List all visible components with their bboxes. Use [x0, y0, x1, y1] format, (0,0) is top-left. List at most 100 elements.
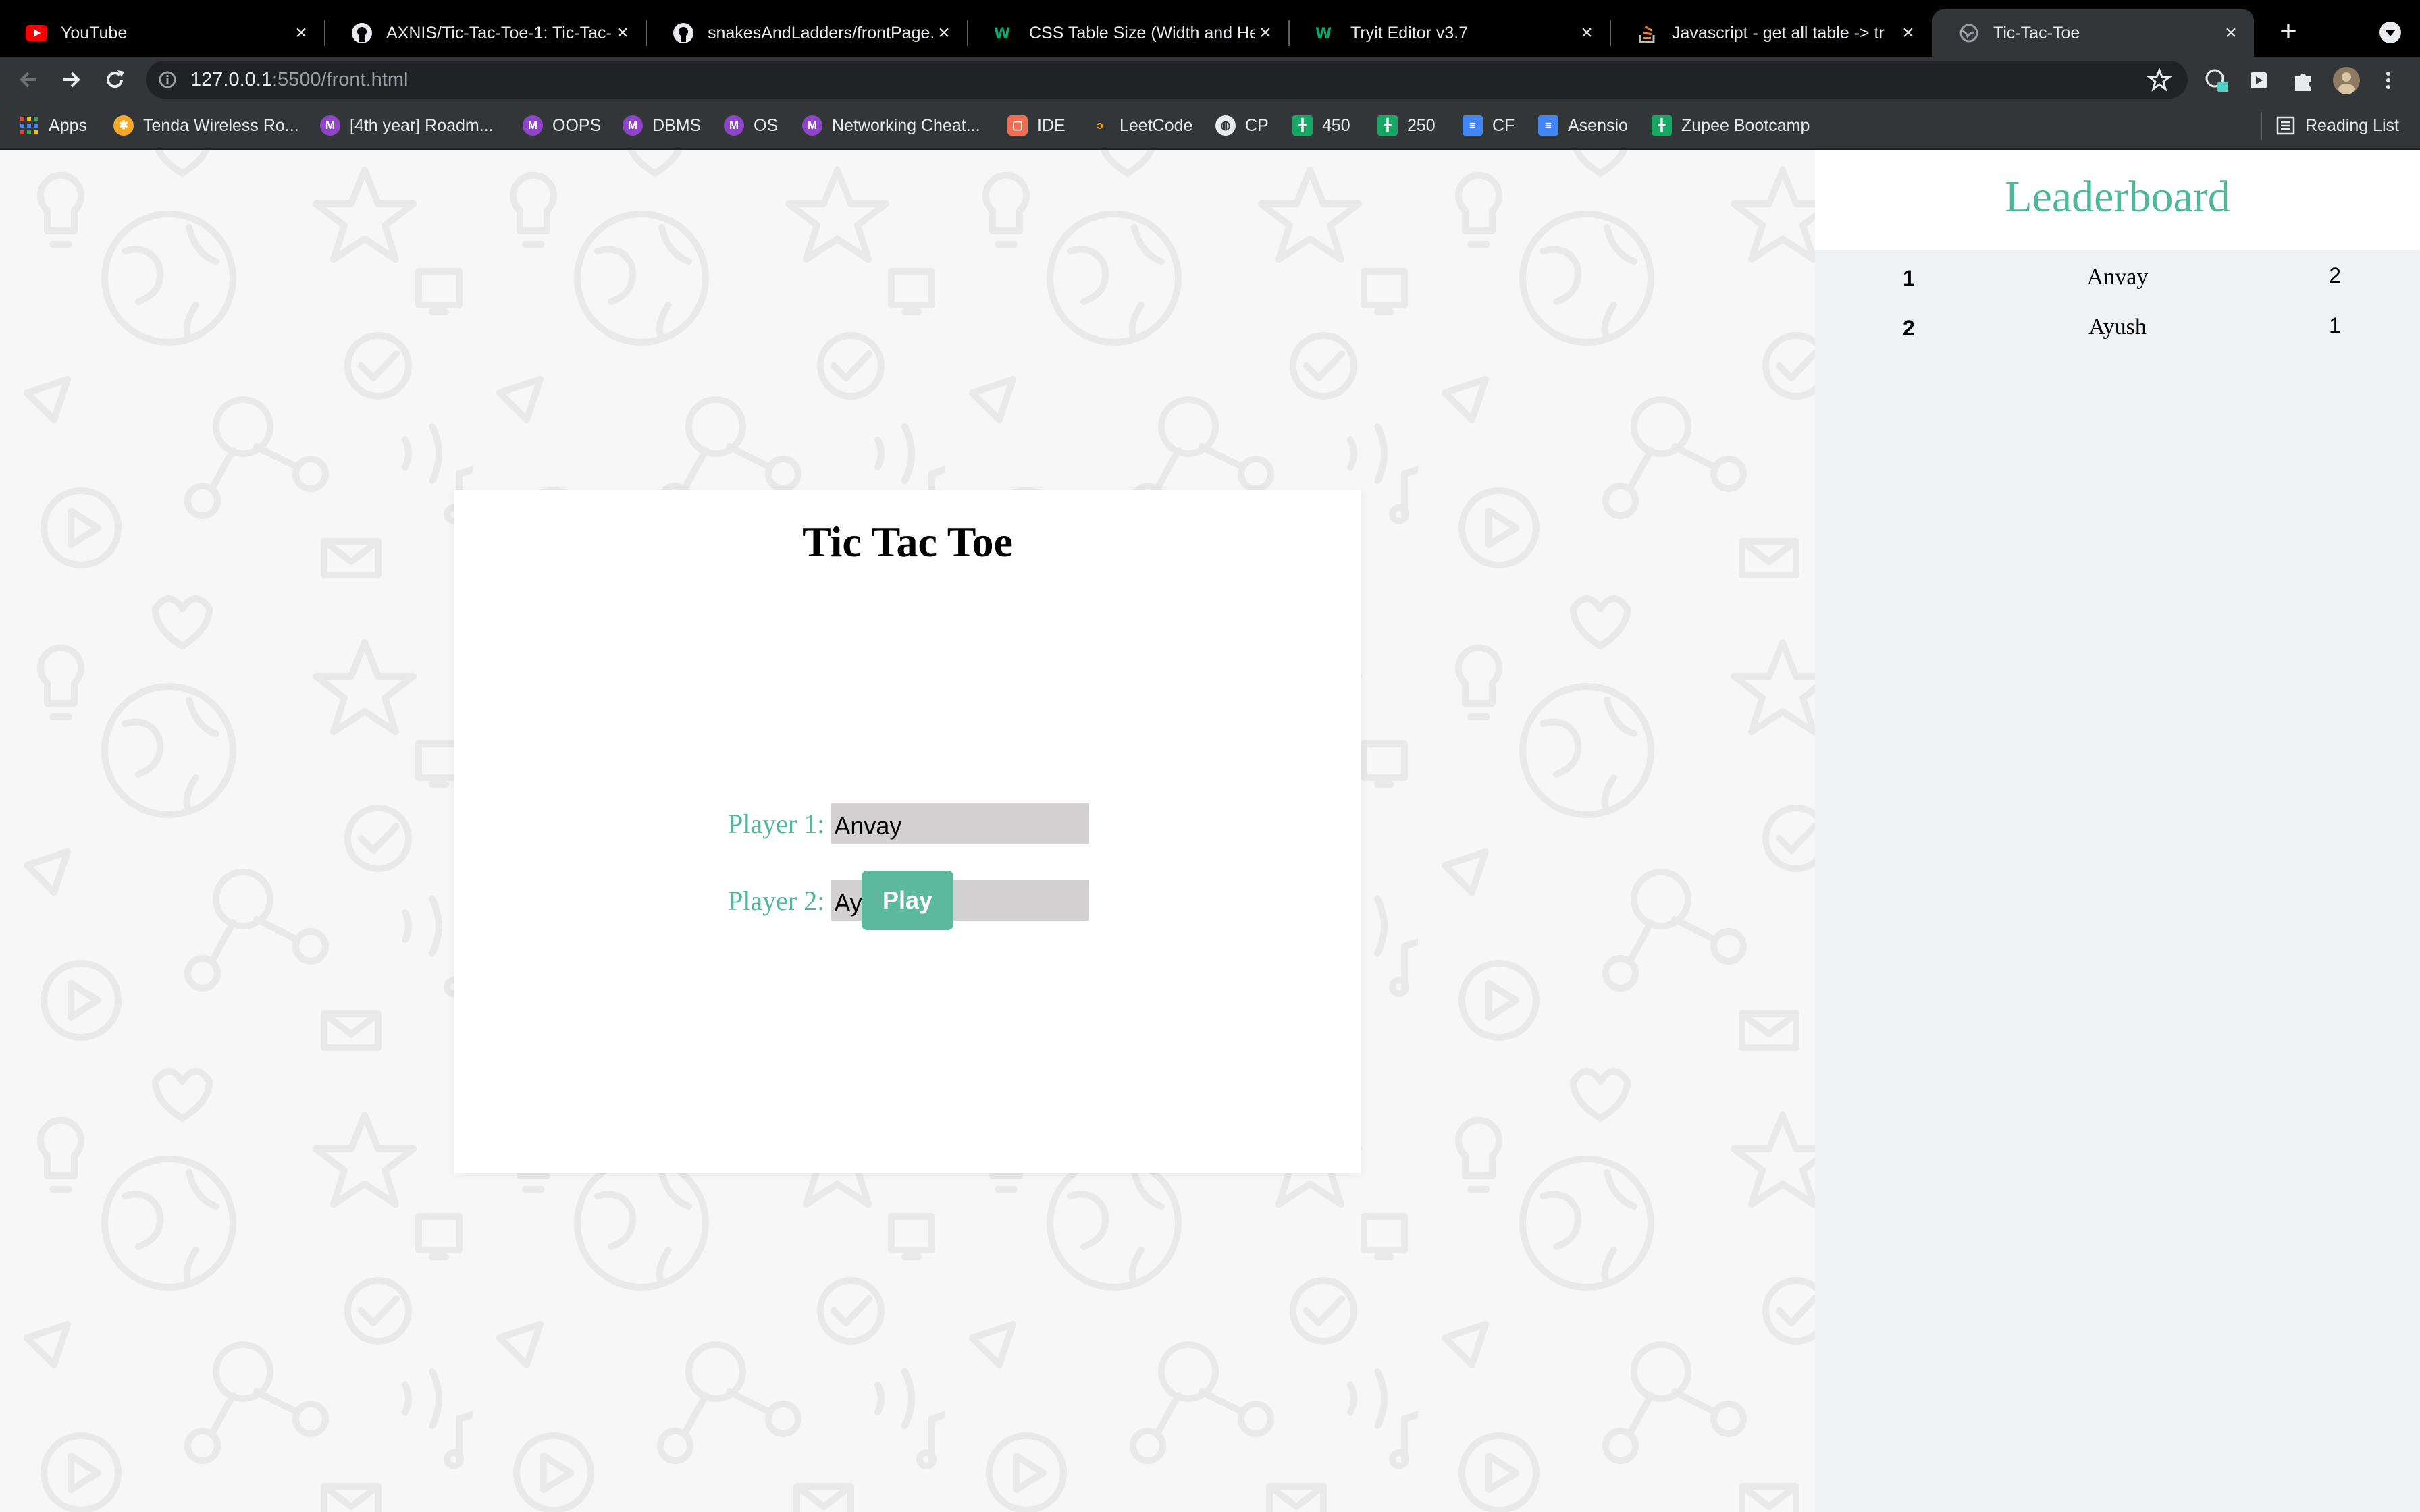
bookmark-roadmap[interactable]: M [4th year] Roadm... — [320, 112, 494, 139]
reading-list-button[interactable]: Reading List — [2276, 112, 2399, 139]
bookmark-label: Asensio — [1568, 115, 1628, 135]
bookmark-label: LeetCode — [1120, 115, 1193, 135]
game-setup-card: Tic Tac Toe Player 1: Player 2: Play — [454, 490, 1361, 1173]
tab-strip: YouTube × AXNIS/Tic-Tac-Toe-1: Tic-Tac- … — [0, 0, 2420, 57]
browser-menu-button[interactable] — [2374, 66, 2402, 94]
sheets-icon: ╋ — [1377, 115, 1398, 136]
bookmark-450[interactable]: ╋ 450 — [1292, 112, 1350, 139]
bookmark-label: Apps — [49, 115, 87, 135]
page-title: Tic Tac Toe — [802, 518, 1013, 566]
bookmark-label: Networking Cheat... — [832, 115, 980, 135]
m-icon: M — [724, 115, 744, 136]
tab-title: CSS Table Size (Width and He — [1029, 23, 1255, 43]
youtube-icon — [26, 22, 47, 44]
bookmark-networking[interactable]: M Networking Cheat... — [802, 112, 980, 139]
info-icon[interactable] — [158, 70, 177, 89]
bookmark-label: OS — [754, 115, 779, 135]
browser-toolbar: 127.0.0.1:5500/front.html — [0, 57, 2420, 103]
chevron-down-icon — [2379, 22, 2401, 43]
tab-youtube[interactable]: YouTube × — [0, 9, 324, 57]
player2-label: Player 2: — [728, 885, 825, 916]
bookmark-cp[interactable]: ◍ CP — [1215, 112, 1269, 139]
reload-button[interactable] — [99, 63, 131, 96]
close-icon[interactable]: × — [290, 22, 312, 44]
tab-tic-tac-toe[interactable]: Tic-Tac-Toe × — [1932, 9, 2254, 57]
player1-name-input[interactable] — [831, 803, 1090, 844]
tab-tryit-editor[interactable]: W Tryit Editor v3.7 × — [1290, 9, 1610, 57]
url-text[interactable]: 127.0.0.1:5500/front.html — [190, 69, 408, 91]
bookmark-os[interactable]: M OS — [724, 112, 778, 139]
media-button[interactable] — [2246, 66, 2274, 94]
leaderboard-panel: Leaderboard 1 Anvay 2 2 Ayush 1 — [1815, 150, 2420, 1512]
tab-javascript-table[interactable]: Javascript - get all table -> tr × — [1611, 9, 1931, 57]
tab-snakes-and-ladders[interactable]: snakesAndLadders/frontPage. × — [647, 9, 967, 57]
tab-title: snakesAndLadders/frontPage. — [708, 23, 933, 43]
tab-title: Tic-Tac-Toe — [1993, 23, 2080, 43]
play-button[interactable]: Play — [862, 871, 953, 930]
bookmark-leetcode[interactable]: ↄ LeetCode — [1090, 112, 1192, 139]
close-icon[interactable]: × — [2220, 22, 2242, 44]
leaderboard-header: Leaderboard — [1815, 150, 2420, 250]
bookmark-label: CP — [1245, 115, 1269, 135]
tenda-icon: ✱ — [113, 115, 134, 136]
puzzle-icon — [2295, 74, 2311, 91]
sheets-icon: ╋ — [1292, 115, 1313, 136]
bookmark-label: Zupee Bootcamp — [1681, 115, 1810, 135]
more-vertical-icon — [2386, 72, 2390, 89]
bookmark-oops[interactable]: M OOPS — [523, 112, 601, 139]
back-arrow-icon — [20, 72, 36, 88]
url-path: :5500/front.html — [271, 69, 409, 90]
reload-icon — [107, 70, 124, 88]
sheets-icon: ╋ — [1652, 115, 1672, 136]
leaderboard-score: 1 — [2329, 313, 2341, 338]
tab-title: Tryit Editor v3.7 — [1350, 23, 1469, 43]
bookmark-star-icon[interactable] — [2147, 68, 2172, 92]
extension-button[interactable] — [2203, 66, 2231, 94]
bookmark-label: OOPS — [552, 115, 602, 135]
globe-icon: ◍ — [1215, 115, 1236, 136]
globe-icon — [1958, 22, 1980, 44]
bookmark-label: 450 — [1322, 115, 1350, 135]
player1-label: Player 1: — [728, 808, 825, 839]
bookmark-cf[interactable]: ≡ CF — [1463, 112, 1515, 139]
media-icon — [2251, 72, 2267, 88]
leaderboard-row: 1 Anvay 2 — [1815, 259, 2420, 306]
docs-icon: ≡ — [1538, 115, 1558, 136]
bookmarks-separator — [2261, 112, 2262, 140]
bookmarks-bar: Apps ✱ Tenda Wireless Ro... M [4th year]… — [0, 103, 2420, 150]
back-button[interactable] — [12, 63, 45, 96]
close-icon[interactable]: × — [933, 22, 955, 44]
extensions-button[interactable] — [2289, 66, 2317, 94]
tab-search-button[interactable] — [2375, 18, 2405, 47]
player1-row: Player 1: — [728, 803, 1090, 844]
bookmark-label: Tenda Wireless Ro... — [143, 115, 299, 135]
ide-icon: ▢ — [1007, 115, 1028, 136]
bookmark-dbms[interactable]: M DBMS — [623, 112, 701, 139]
bookmark-250[interactable]: ╋ 250 — [1377, 112, 1436, 139]
w3-icon: W — [994, 22, 1016, 44]
close-icon[interactable]: × — [1255, 22, 1276, 44]
profile-button[interactable] — [2332, 66, 2361, 94]
leaderboard-score: 2 — [2329, 263, 2341, 288]
bookmark-tenda[interactable]: ✱ Tenda Wireless Ro... — [113, 112, 299, 139]
close-icon[interactable]: × — [612, 22, 633, 44]
tab-css-table-size[interactable]: W CSS Table Size (Width and He × — [968, 9, 1288, 57]
forward-button[interactable] — [55, 63, 88, 96]
close-icon[interactable]: × — [1897, 22, 1919, 44]
bookmark-label: 250 — [1407, 115, 1436, 135]
tab-title: AXNIS/Tic-Tac-Toe-1: Tic-Tac- — [386, 23, 612, 43]
close-icon[interactable]: × — [1576, 22, 1598, 44]
bookmark-zupee-bootcamp[interactable]: ╋ Zupee Bootcamp — [1652, 112, 1810, 139]
github-icon — [673, 22, 694, 44]
bookmark-apps[interactable]: Apps — [19, 112, 87, 139]
address-bar[interactable]: 127.0.0.1:5500/front.html — [146, 61, 2188, 99]
bookmark-label: IDE — [1037, 115, 1066, 135]
avatar — [2333, 67, 2360, 94]
bookmark-ide[interactable]: ▢ IDE — [1007, 112, 1066, 139]
new-tab-button[interactable]: + — [2271, 15, 2305, 49]
stackoverflow-icon — [1637, 22, 1658, 44]
bookmark-asensio[interactable]: ≡ Asensio — [1538, 112, 1628, 139]
tab-title: YouTube — [61, 23, 128, 43]
leetcode-icon: ↄ — [1097, 119, 1103, 132]
tab-axnis-tic-tac-toe[interactable]: AXNIS/Tic-Tac-Toe-1: Tic-Tac- × — [325, 9, 646, 57]
